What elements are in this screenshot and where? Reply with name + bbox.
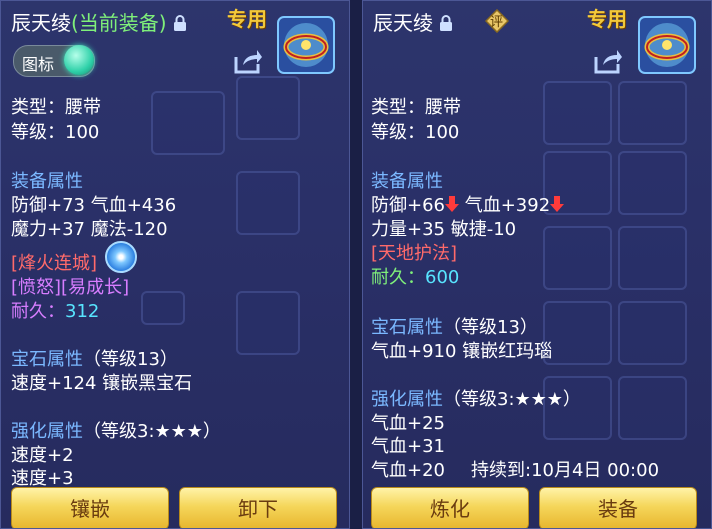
- durability-line: 耐久：600: [371, 263, 459, 289]
- toggle-knob[interactable]: [64, 45, 94, 75]
- bg-slot: [618, 81, 687, 145]
- level-line: 等级：100: [11, 122, 100, 143]
- bg-slot: [236, 76, 300, 140]
- belt-item-icon[interactable]: [637, 15, 697, 75]
- enhance-level: （等级3:★★★）: [443, 389, 581, 410]
- item-title: 辰天绫: [373, 7, 453, 37]
- durability-value: 312: [65, 301, 100, 322]
- attr-line-2: 魔力+37 魔法-120: [11, 219, 168, 240]
- compare-equipment-panel: 辰天绫 评 专用 类型：腰带 等级：100 装备属性 防御+66 气血+392 …: [362, 0, 712, 529]
- enhance-line-2: 气血+31: [371, 436, 445, 457]
- special-traits: [愤怒][易成长]: [11, 277, 130, 298]
- bg-slot: [141, 291, 185, 325]
- equip-attr-header: 装备属性: [11, 171, 83, 192]
- gem-line-header: 宝石属性（等级13）: [11, 345, 178, 371]
- equip-button[interactable]: 装备: [539, 487, 697, 528]
- durability-value: 600: [425, 267, 460, 288]
- gem-level: （等级13）: [83, 349, 178, 370]
- icon-toggle[interactable]: 图标: [13, 45, 95, 77]
- item-name: 辰天绫: [11, 11, 71, 35]
- item-title: 辰天绫(当前装备): [11, 7, 187, 37]
- belt-item-icon[interactable]: [276, 15, 336, 75]
- panel-divider: [350, 0, 362, 529]
- gem-header: 宝石属性: [11, 349, 83, 370]
- bg-slot: [618, 376, 687, 440]
- expire-time: 持续到:10月4日 00:00: [471, 460, 660, 481]
- equipped-tag: (当前装备): [71, 11, 167, 35]
- exclusive-label: 专用: [587, 7, 627, 31]
- bg-slot: [236, 171, 300, 235]
- durability-line: 耐久：312: [11, 297, 99, 323]
- special-skill: [天地护法]: [371, 243, 458, 264]
- level-line: 等级：100: [371, 122, 460, 143]
- bg-slot: [543, 301, 612, 365]
- attr-line-1: 防御+66 气血+392: [371, 191, 565, 218]
- refine-button[interactable]: 炼化: [371, 487, 529, 528]
- defense-value: 防御+66: [371, 195, 445, 216]
- attr-line-2: 力量+35 敏捷-10: [371, 219, 517, 240]
- durability-label: 耐久：: [11, 301, 65, 322]
- bg-slot: [543, 226, 612, 290]
- durability-label: 耐久：: [371, 267, 425, 288]
- hp-value: 气血+392: [459, 195, 551, 216]
- enhance-line-header: 强化属性（等级3:★★★）: [371, 385, 581, 411]
- current-equipment-panel: 辰天绫(当前装备) 专用 图标 类型：腰带 等级：100 装备属性 防御+73 …: [0, 0, 350, 529]
- enhance-line-header: 强化属性（等级3:★★★）: [11, 417, 221, 443]
- bg-slot: [543, 81, 612, 145]
- gem-line: 气血+910 镶嵌红玛瑙: [371, 341, 553, 362]
- unequip-button[interactable]: 卸下: [179, 487, 337, 528]
- special-skill: [烽火连城]: [11, 253, 98, 274]
- toggle-label: 图标: [22, 55, 55, 74]
- share-icon[interactable]: [233, 47, 263, 75]
- exclusive-label: 专用: [227, 7, 267, 31]
- enhance-line-3: 气血+20: [371, 460, 445, 481]
- item-name: 辰天绫: [373, 11, 433, 35]
- enhance-header: 强化属性: [371, 389, 443, 410]
- gem-level: （等级13）: [443, 317, 538, 338]
- bg-slot: [618, 151, 687, 215]
- rate-badge-icon[interactable]: 评: [484, 8, 510, 34]
- enhance-level: （等级3:★★★）: [83, 421, 221, 442]
- down-arrow-icon: [550, 195, 565, 218]
- gem-line-header: 宝石属性（等级13）: [371, 313, 538, 339]
- bg-slot: [618, 301, 687, 365]
- rate-badge-label: 评: [490, 15, 504, 30]
- bg-slot: [618, 226, 687, 290]
- swirl-icon: [105, 241, 137, 273]
- equip-attr-header: 装备属性: [371, 171, 443, 192]
- enhance-header: 强化属性: [11, 421, 83, 442]
- lock-icon: [173, 13, 187, 37]
- gem-line: 速度+124 镶嵌黑宝石: [11, 373, 193, 394]
- bg-slot: [151, 91, 225, 155]
- lock-icon: [439, 13, 453, 37]
- attr-line-1: 防御+73 气血+436: [11, 195, 177, 216]
- share-icon[interactable]: [593, 47, 623, 75]
- bg-slot: [236, 291, 300, 355]
- type-line: 类型：腰带: [11, 97, 101, 118]
- inlay-button[interactable]: 镶嵌: [11, 487, 169, 528]
- type-line: 类型：腰带: [371, 97, 461, 118]
- gem-header: 宝石属性: [371, 317, 443, 338]
